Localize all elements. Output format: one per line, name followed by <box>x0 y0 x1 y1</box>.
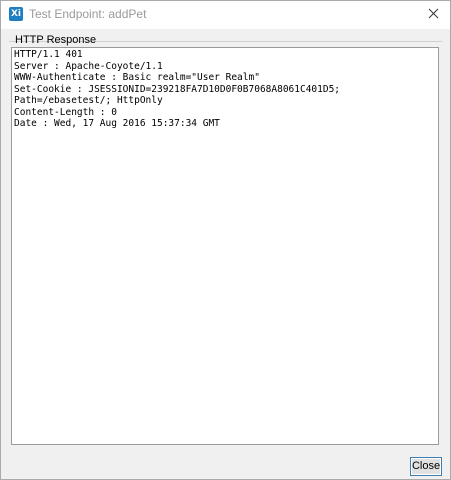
dialog-window: Xi Test Endpoint: addPet HTTP Response H… <box>0 0 451 480</box>
response-line: HTTP/1.1 401 <box>14 49 83 60</box>
response-line: Content-Length : 0 <box>14 106 117 118</box>
window-title: Test Endpoint: addPet <box>29 7 147 21</box>
title-bar: Xi Test Endpoint: addPet <box>1 1 450 29</box>
response-line: Date : Wed, 17 Aug 2016 15:37:34 GMT <box>14 118 220 129</box>
response-textarea[interactable]: HTTP/1.1 401 Server : Apache-Coyote/1.1 … <box>11 47 439 445</box>
group-label: HTTP Response <box>15 34 97 46</box>
app-icon: Xi <box>9 7 23 21</box>
response-line: WWW-Authenticate : Basic realm="User Rea… <box>14 72 260 83</box>
response-line: Path=/ebasetest/; HttpOnly <box>14 95 163 106</box>
response-line: Set-Cookie : JSESSIONID=239218FA7D10D0F0… <box>14 83 341 95</box>
response-line: Server : Apache-Coyote/1.1 <box>14 60 163 72</box>
close-button[interactable]: Close <box>410 457 442 476</box>
close-icon[interactable] <box>424 4 444 24</box>
